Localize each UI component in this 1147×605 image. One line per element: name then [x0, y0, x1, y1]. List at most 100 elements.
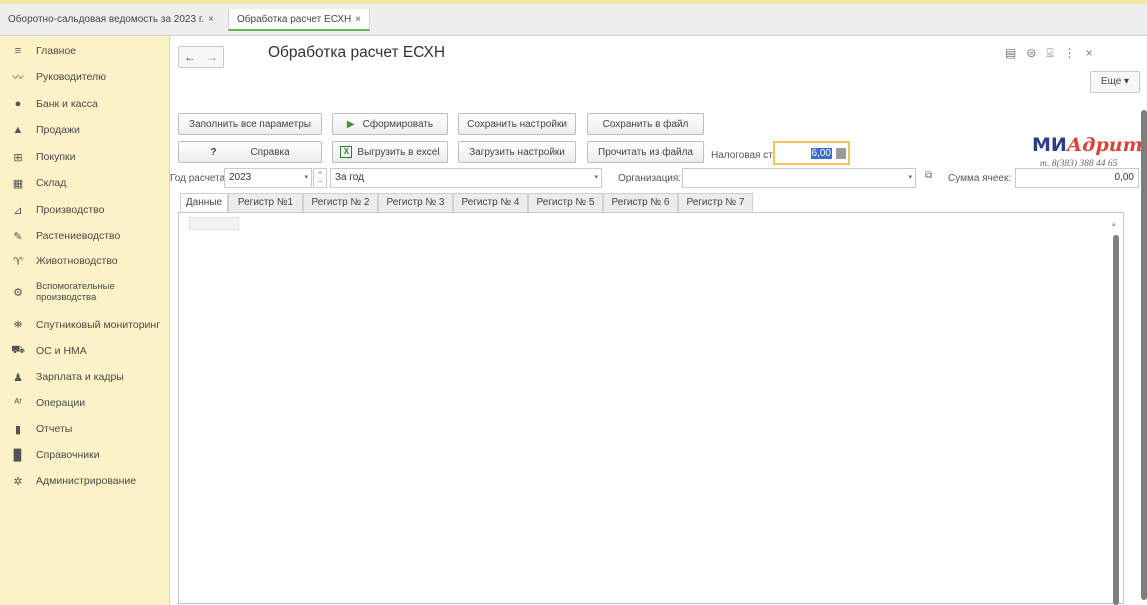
page-scrollbar[interactable]	[1141, 110, 1147, 600]
tab-register-1[interactable]: Регистр №1	[228, 193, 303, 212]
close-icon[interactable]: ×	[1086, 46, 1093, 61]
close-icon[interactable]: ×	[208, 14, 214, 25]
sidebar-item-main[interactable]: ≡ Главное	[0, 38, 170, 64]
sum-label: Сумма ячеек:	[948, 173, 1012, 184]
sidebar-item-label: Руководителю	[36, 70, 107, 83]
year-value: 2023	[229, 172, 252, 183]
tab-data[interactable]: Данные	[180, 193, 228, 213]
tab-register-5[interactable]: Регистр № 5	[528, 193, 603, 212]
sidebar-item-manager[interactable]: 〰 Руководителю	[0, 64, 170, 90]
satellite-icon: ⛯	[13, 318, 23, 331]
tab-osv[interactable]: Оборотно-сальдовая ведомость за 2023 г. ×	[0, 9, 222, 31]
year-label: Год расчета:	[170, 173, 228, 184]
save-icon[interactable]: ▤	[1005, 46, 1016, 61]
period-field[interactable]: За год ▾	[330, 168, 602, 188]
sidebar-item-label: Зарплата и кадры	[36, 370, 124, 383]
sidebar-item-salary[interactable]: ♟ Зарплата и кадры	[0, 364, 170, 390]
button-label: Выгрузить в excel	[357, 146, 440, 158]
sidebar-item-catalogs[interactable]: ▉ Справочники	[0, 442, 170, 468]
year-stepper[interactable]: + −	[313, 168, 327, 188]
sidebar-item-bank[interactable]: ● Банк и касса	[0, 91, 170, 117]
more-button[interactable]: Еще ▾	[1090, 71, 1140, 93]
sidebar-item-admin[interactable]: ✲ Администрирование	[0, 468, 170, 494]
tab-esxn[interactable]: Обработка расчет ЕСХН ×	[228, 9, 371, 31]
sidebar-item-label: Растениеводство	[36, 229, 121, 242]
save-settings-button[interactable]: Сохранить настройки	[458, 113, 576, 135]
inner-scrollbar[interactable]	[1113, 235, 1119, 605]
sidebar-item-operations[interactable]: ᴬᵗ Операции	[0, 390, 170, 416]
sidebar-item-label: ОС и НМА	[36, 344, 87, 357]
link-icon[interactable]: ⊜	[1026, 46, 1036, 61]
tab-register-6[interactable]: Регистр № 6	[603, 193, 678, 212]
sidebar-item-warehouse[interactable]: ▦ Склад	[0, 170, 170, 196]
fill-all-button[interactable]: Заполнить все параметры	[178, 113, 322, 135]
tab-register-2[interactable]: Регистр № 2	[303, 193, 378, 212]
read-file-button[interactable]: Прочитать из файла	[587, 141, 704, 163]
button-label: Сохранить настройки	[467, 118, 567, 130]
calculator-icon[interactable]	[836, 148, 846, 159]
close-icon[interactable]: ×	[355, 14, 361, 25]
sidebar-item-label: Производство	[36, 203, 105, 216]
help-icon: ?	[210, 146, 217, 158]
tab-label: Обработка расчет ЕСХН	[237, 14, 352, 25]
header-icons: ▤ ⊜ ⍃ ⋮ ×	[1005, 46, 1093, 61]
sidebar-item-label: Спутниковый мониторинг	[36, 318, 161, 331]
org-label: Организация:	[618, 173, 682, 184]
chevron-down-icon[interactable]: ▾	[908, 169, 912, 187]
button-label: Справка	[250, 146, 290, 158]
chevron-down-icon[interactable]: ▾	[594, 169, 598, 187]
sales-icon: ▲	[12, 124, 24, 136]
tax-rate-field[interactable]: 6,00	[773, 141, 850, 165]
person-icon: ♟	[13, 371, 23, 384]
table-header-cell	[189, 217, 239, 230]
back-icon[interactable]: ←	[184, 50, 196, 64]
sum-field: 0,00	[1015, 168, 1139, 188]
page-title: Обработка расчет ЕСХН	[268, 44, 446, 61]
data-panel[interactable]: ▴	[178, 212, 1124, 605]
sum-value: 0,00	[1114, 172, 1134, 183]
sidebar-item-reports[interactable]: ▮ Отчеты	[0, 416, 170, 442]
tax-rate-value: 6,00	[810, 148, 832, 159]
tab-bar: Оборотно-сальдовая ведомость за 2023 г. ×…	[0, 4, 1147, 36]
logo-accent: Адрит	[1066, 134, 1143, 156]
open-icon[interactable]: ⧉	[925, 170, 932, 181]
logo-main: МИ	[1032, 134, 1067, 156]
more-vert-icon[interactable]: ⋮	[1064, 46, 1076, 61]
forward-icon[interactable]: →	[206, 50, 218, 64]
sidebar-item-label: Администрирование	[36, 474, 137, 487]
period-value: За год	[335, 172, 364, 183]
book-icon: ▉	[13, 449, 23, 462]
tab-register-7[interactable]: Регистр № 7	[678, 193, 753, 212]
sidebar-item-assets[interactable]: ⛟ ОС и НМА	[0, 338, 170, 364]
sidebar-item-sales[interactable]: ▲ Продажи	[0, 117, 170, 143]
sidebar-item-label: Справочники	[36, 448, 100, 461]
year-field[interactable]: 2023 ▾	[224, 168, 312, 188]
chevron-down-icon[interactable]: ▾	[304, 169, 308, 187]
button-label: Загрузить настройки	[469, 146, 565, 158]
trend-icon: 〰	[12, 72, 24, 84]
preview-icon[interactable]: ⍃	[1046, 46, 1053, 61]
nav-buttons: ← →	[178, 46, 224, 68]
tab-register-4[interactable]: Регистр № 4	[453, 193, 528, 212]
scroll-up-icon[interactable]: ▴	[1112, 220, 1116, 228]
org-field[interactable]: ▾	[682, 168, 916, 188]
export-excel-button[interactable]: X Выгрузить в excel	[332, 141, 448, 163]
sidebar-item-crops[interactable]: ✎ Растениеводство	[0, 223, 170, 249]
sidebar-item-auxiliary[interactable]: ⚙ Вспомогательные производства	[0, 277, 170, 307]
load-settings-button[interactable]: Загрузить настройки	[458, 141, 576, 163]
bank-icon: ●	[14, 98, 22, 110]
sidebar-item-livestock[interactable]: ♈ Животноводство	[0, 248, 170, 274]
excel-icon: X	[340, 146, 353, 158]
button-label: Сохранить в файл	[602, 118, 689, 130]
sidebar-item-label: Отчеты	[36, 422, 73, 435]
operations-icon: ᴬᵗ	[14, 397, 22, 409]
sidebar-item-production[interactable]: ⊿ Производство	[0, 197, 170, 223]
plant-icon: ✎	[13, 230, 23, 243]
sidebar-item-label: Животноводство	[36, 254, 118, 267]
save-file-button[interactable]: Сохранить в файл	[587, 113, 704, 135]
help-button[interactable]: ? Справка	[178, 141, 322, 163]
sidebar-item-satellite[interactable]: ⛯ Спутниковый мониторинг	[0, 312, 170, 338]
sidebar-item-purchases[interactable]: ⊞ Покупки	[0, 144, 170, 170]
generate-button[interactable]: ▶ Сформировать	[332, 113, 448, 135]
tab-register-3[interactable]: Регистр № 3	[378, 193, 453, 212]
